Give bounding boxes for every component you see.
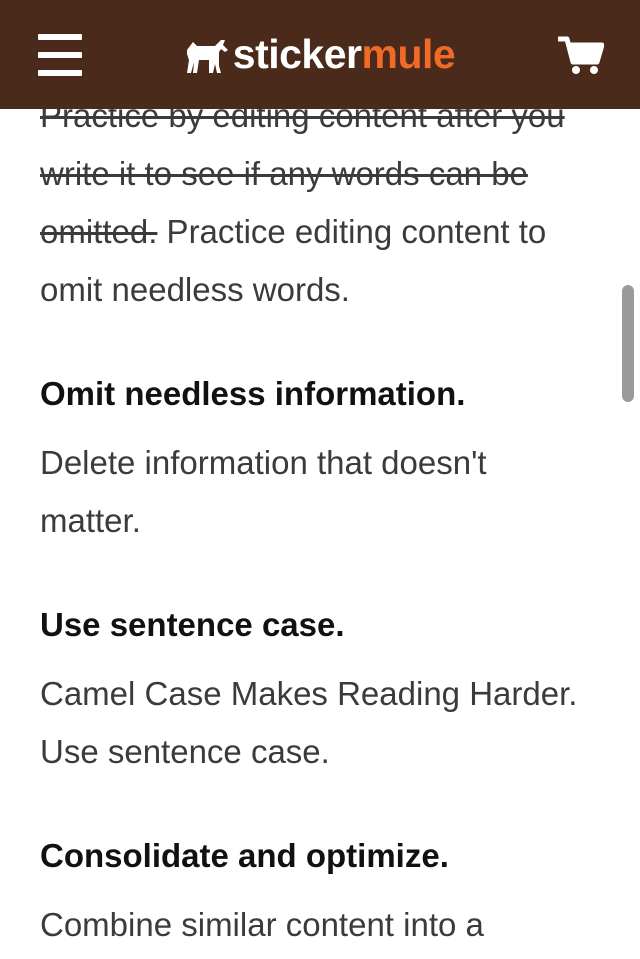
shopping-cart-icon <box>556 36 605 74</box>
brand-mule-text: mule <box>361 31 456 77</box>
mule-icon <box>186 39 228 73</box>
menu-bar-icon <box>38 51 82 58</box>
section-heading: Consolidate and optimize. <box>40 837 449 874</box>
section-body: Combine similar content into a <box>40 906 484 943</box>
intro-paragraph: Practice by editing content after you wr… <box>40 87 580 319</box>
section-heading: Use sentence case. <box>40 606 345 643</box>
cart-button[interactable] <box>556 35 605 75</box>
section-body: Camel Case Makes Reading Harder. Use sen… <box>40 675 578 770</box>
section-body: Delete information that doesn't matter. <box>40 444 487 539</box>
section-heading: Omit needless information. <box>40 375 466 412</box>
menu-button[interactable] <box>38 33 82 76</box>
sticker-mule-logo[interactable]: stickermule <box>185 30 456 80</box>
brand-sticker-text: sticker <box>232 31 362 77</box>
menu-bar-icon <box>38 33 82 40</box>
article-content: Practice by editing content after you wr… <box>40 87 580 954</box>
site-header: stickermule <box>0 0 640 109</box>
menu-bar-icon <box>38 69 82 76</box>
scrollbar-thumb[interactable] <box>622 285 634 402</box>
